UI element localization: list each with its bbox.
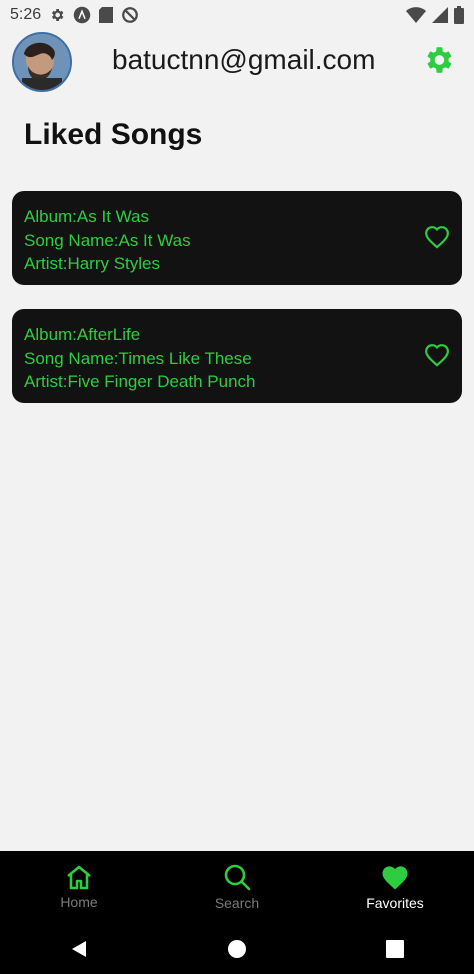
system-nav-bar — [0, 923, 474, 974]
song-card[interactable]: Album:As It Was Song Name:As It Was Arti… — [12, 191, 462, 285]
heart-outline-icon — [425, 344, 449, 367]
sd-card-icon — [99, 7, 114, 23]
settings-gear-icon — [49, 7, 65, 23]
status-time: 5:26 — [10, 6, 42, 23]
status-bar: 5:26 — [0, 0, 474, 30]
home-circle-icon — [228, 939, 246, 958]
battery-icon — [454, 6, 464, 24]
app-a-icon — [73, 6, 91, 24]
nav-favorites[interactable]: Favorites — [316, 851, 474, 923]
recents-icon — [386, 939, 404, 958]
song-card[interactable]: Album:AfterLife Song Name:Times Like The… — [12, 309, 462, 403]
song-name: Song Name:As It Was — [24, 230, 191, 250]
song-artist: Artist:Harry Styles — [24, 254, 161, 273]
gear-icon — [427, 47, 452, 73]
wifi-icon — [406, 7, 426, 23]
profile-header: batuctnn@gmail.com — [0, 30, 474, 94]
heart-outline-icon — [425, 226, 449, 249]
do-not-disturb-icon — [121, 6, 139, 24]
song-album: Album:As It Was — [24, 207, 150, 226]
nav-home[interactable]: Home — [0, 851, 158, 923]
nav-home-label: Home — [60, 894, 98, 910]
heart-icon — [382, 866, 408, 890]
signal-icon — [432, 7, 448, 23]
nav-favorites-label: Favorites — [366, 895, 424, 911]
system-home-button[interactable] — [217, 929, 257, 969]
system-recents-button[interactable] — [375, 929, 415, 969]
page-title: Liked Songs — [24, 118, 203, 151]
song-artist: Artist:Five Finger Death Punch — [24, 372, 256, 391]
settings-button[interactable] — [420, 42, 456, 78]
home-icon — [67, 865, 91, 890]
avatar[interactable] — [12, 32, 72, 92]
back-icon — [72, 940, 86, 957]
nav-search[interactable]: Search — [158, 851, 316, 923]
user-email: batuctnn@gmail.com — [112, 44, 376, 75]
song-album: Album:AfterLife — [24, 325, 141, 344]
system-back-button[interactable] — [59, 929, 99, 969]
song-name: Song Name:Times Like These — [24, 348, 252, 368]
like-button[interactable] — [424, 343, 450, 369]
bottom-nav: Home Search Favorites — [0, 851, 474, 923]
nav-search-label: Search — [214, 895, 260, 911]
like-button[interactable] — [424, 225, 450, 251]
search-icon — [224, 864, 251, 891]
